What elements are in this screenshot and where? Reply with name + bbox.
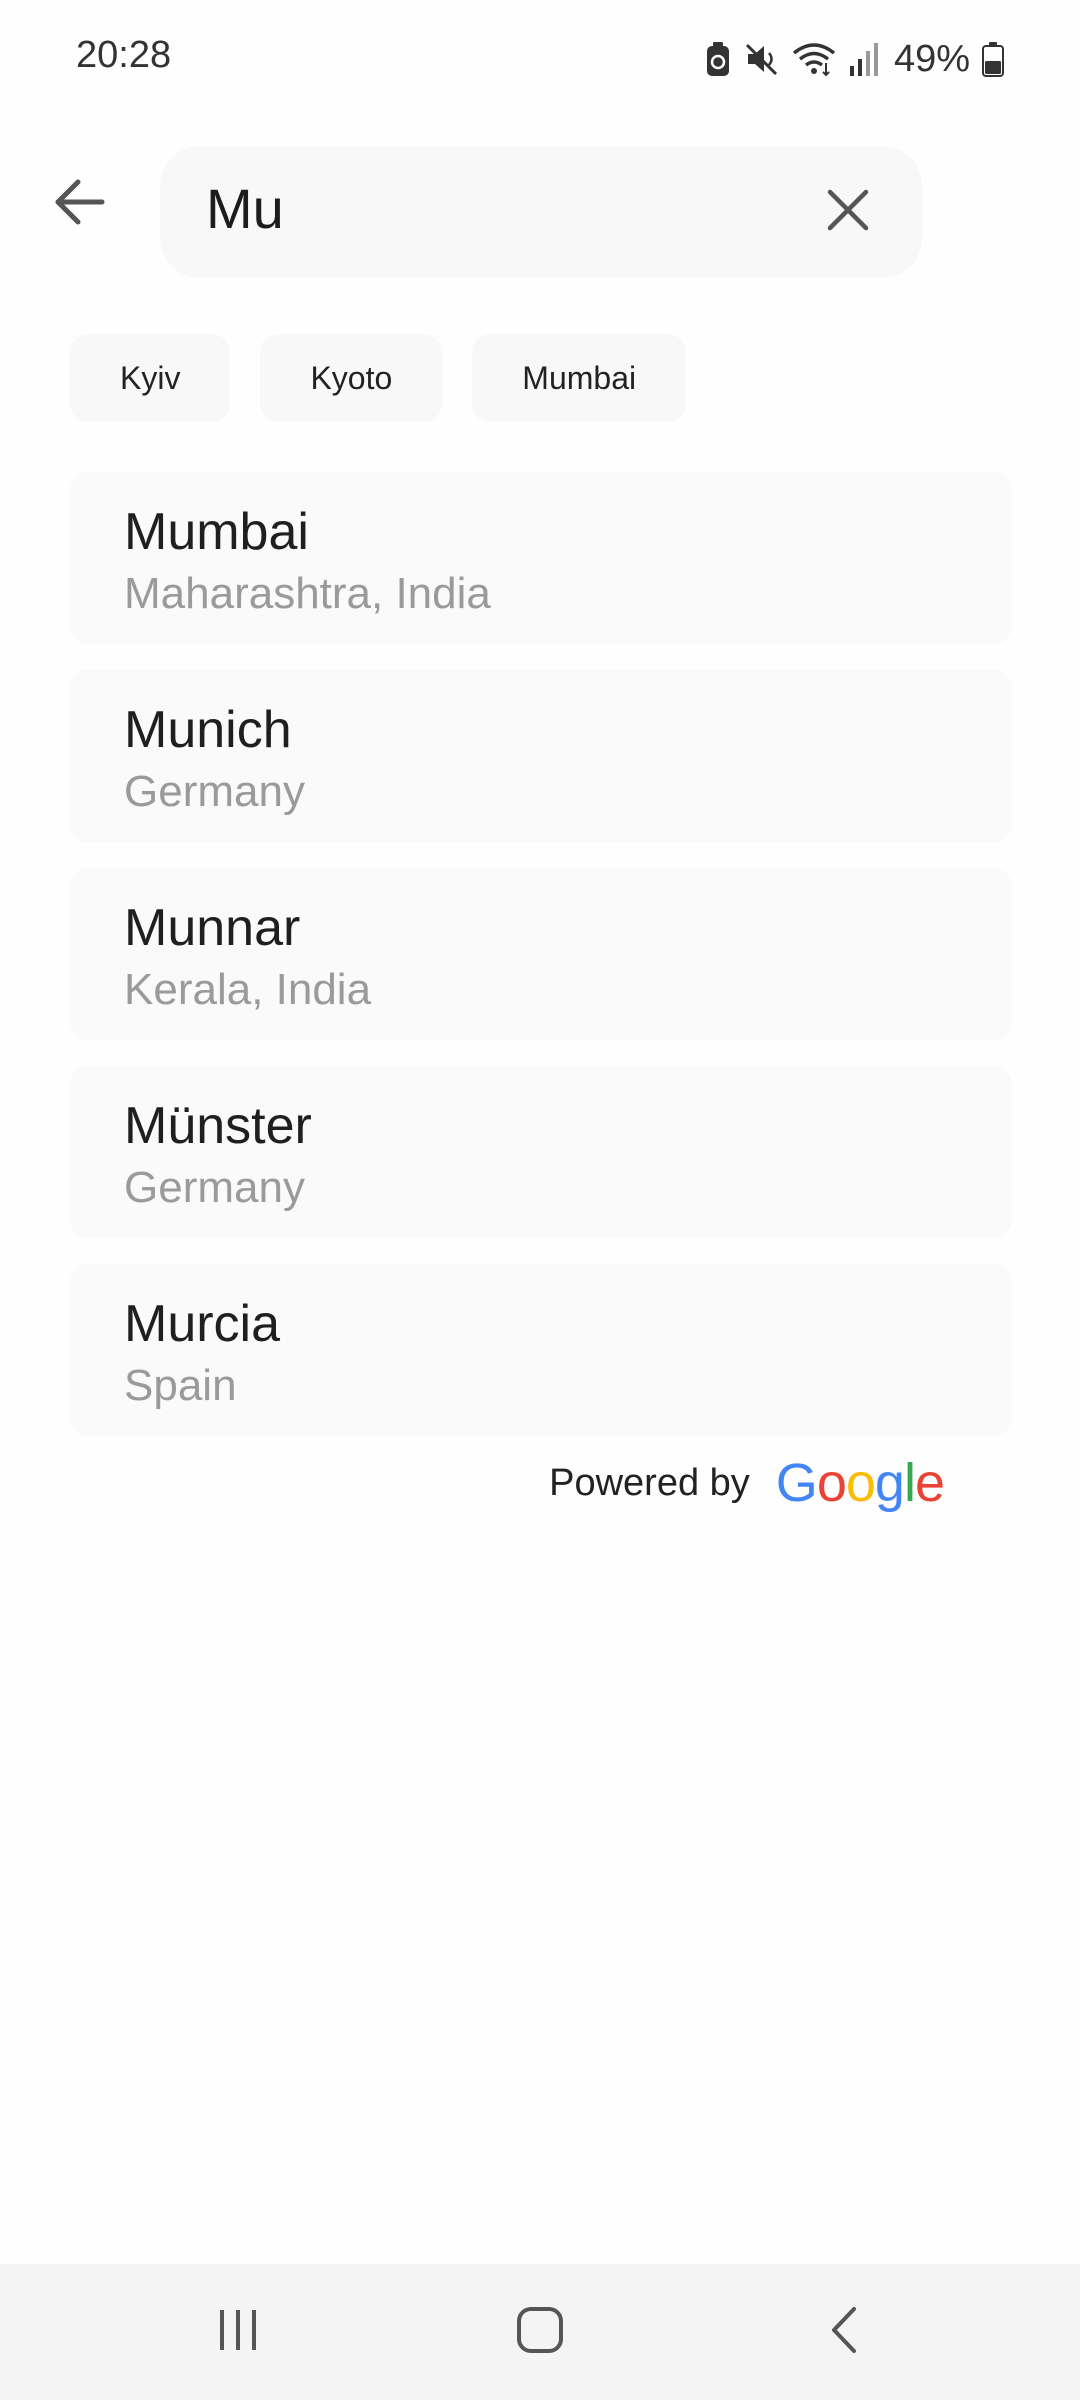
home-icon <box>515 2305 565 2360</box>
result-name: Munnar <box>124 899 301 957</box>
result-item[interactable]: Murcia Spain <box>70 1264 1012 1436</box>
search-results-list: Mumbai Maharashtra, India Munich Germany… <box>70 472 1012 1436</box>
home-button[interactable] <box>500 2292 580 2372</box>
google-logo-letter: g <box>874 1453 905 1513</box>
result-name: Murcia <box>124 1295 281 1353</box>
chip-recent-search[interactable]: Mumbai <box>472 334 687 422</box>
status-icons: 49% <box>704 34 1004 84</box>
search-field[interactable]: Mu <box>160 146 922 278</box>
chip-recent-search[interactable]: Kyiv <box>70 334 231 422</box>
status-bar: 20:28 49% <box>0 0 1080 118</box>
result-region: Germany <box>124 1163 305 1212</box>
battery-saver-icon <box>704 40 732 78</box>
mute-icon <box>744 41 780 77</box>
search-input-value[interactable]: Mu <box>206 176 284 241</box>
result-region: Spain <box>124 1361 237 1410</box>
result-region: Germany <box>124 767 305 816</box>
system-back-button[interactable] <box>804 2292 884 2372</box>
google-logo: Google <box>775 1452 945 1514</box>
google-logo-letter: l <box>903 1453 916 1513</box>
back-button[interactable] <box>44 168 116 240</box>
result-name: Munich <box>124 701 292 759</box>
wifi-icon <box>792 41 836 77</box>
result-name: Mumbai <box>124 503 309 561</box>
google-logo-letter: e <box>914 1453 945 1513</box>
close-icon <box>826 188 870 237</box>
clear-search-button[interactable] <box>812 176 884 248</box>
result-item[interactable]: Munich Germany <box>70 670 1012 842</box>
recents-icon <box>214 2306 262 2359</box>
chip-recent-search[interactable]: Kyoto <box>260 334 443 422</box>
result-region: Kerala, India <box>124 965 372 1014</box>
result-item[interactable]: Mumbai Maharashtra, India <box>70 472 1012 644</box>
battery-icon <box>982 41 1004 77</box>
powered-by-attribution: Powered by Google <box>549 1448 945 1518</box>
screen: 20:28 49% Mu Kyiv Kyoto Mumbai Mumbai Ma… <box>0 0 1080 2400</box>
recent-search-chips: Kyiv Kyoto Mumbai <box>70 334 687 422</box>
powered-by-text: Powered by <box>549 1461 750 1504</box>
navigation-bar <box>0 2264 1080 2400</box>
google-logo-letter: o <box>845 1453 876 1513</box>
arrow-left-icon <box>54 176 106 233</box>
back-icon <box>824 2305 864 2360</box>
result-region: Maharashtra, India <box>124 569 491 618</box>
recents-button[interactable] <box>198 2292 278 2372</box>
signal-icon <box>848 42 878 76</box>
result-item[interactable]: Munnar Kerala, India <box>70 868 1012 1040</box>
battery-percent: 49% <box>893 37 970 80</box>
result-name: Münster <box>124 1097 312 1155</box>
google-logo-letter: G <box>775 1453 818 1513</box>
result-item[interactable]: Münster Germany <box>70 1066 1012 1238</box>
google-logo-letter: o <box>816 1453 847 1513</box>
status-time: 20:28 <box>76 34 172 76</box>
